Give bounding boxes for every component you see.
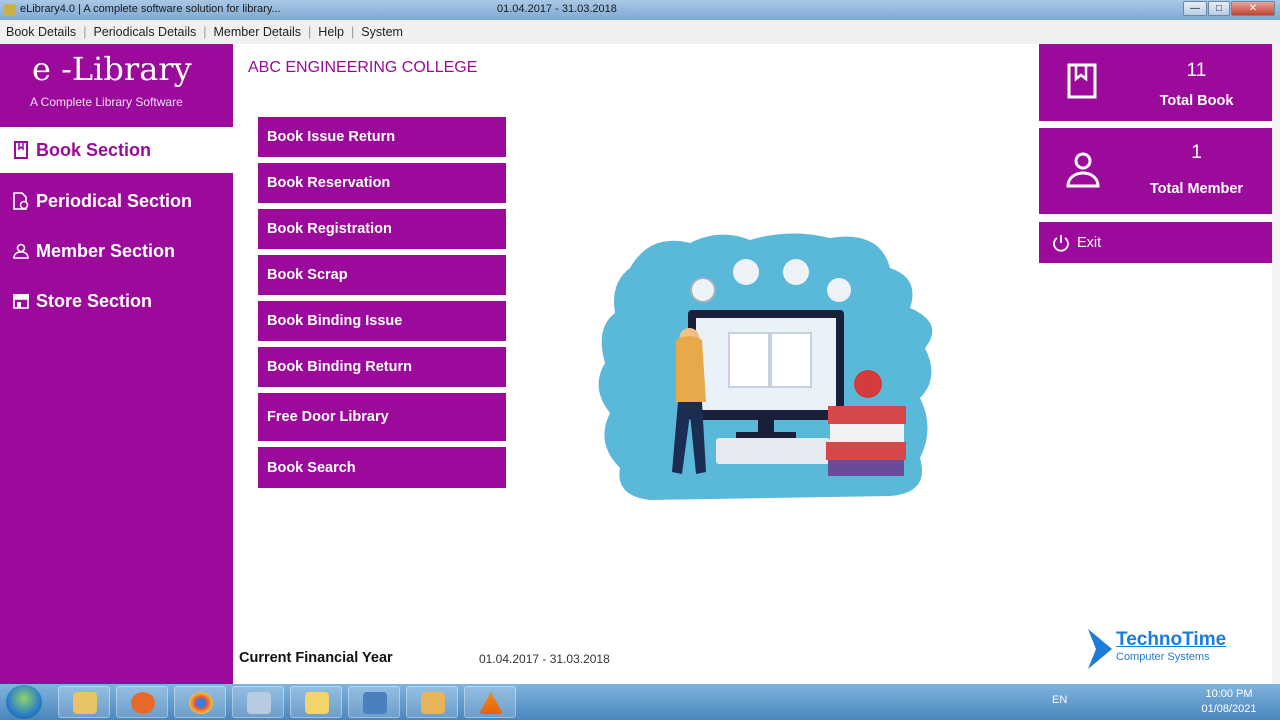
sidebar-item-label: Periodical Section: [36, 190, 193, 211]
brand-subtitle: Computer Systems: [1116, 651, 1210, 663]
taskbar-folder[interactable]: [290, 686, 342, 718]
brand-name: TechnoTime: [1116, 629, 1227, 650]
logo-name: e -Library: [32, 50, 192, 88]
clock-date: 01/08/2021: [1201, 703, 1257, 715]
total-book-label: Total Book: [1159, 93, 1234, 109]
book-scrap-button[interactable]: Book Scrap: [258, 255, 506, 295]
book-registration-button[interactable]: Book Registration: [258, 209, 506, 249]
titlebar-financial-year: 01.04.2017 - 31.03.2018: [497, 3, 617, 15]
menu-periodicals-details[interactable]: Periodicals Details: [93, 25, 196, 39]
taskbar: [0, 684, 1280, 720]
app-icon: [4, 4, 16, 16]
taskbar-elibrary[interactable]: [406, 686, 458, 718]
exit-label: Exit: [1077, 234, 1102, 251]
window-title: eLibrary4.0 | A complete software soluti…: [20, 3, 281, 15]
menu-separator: |: [83, 25, 87, 39]
power-icon: [1053, 234, 1069, 252]
language-indicator[interactable]: EN: [1052, 694, 1067, 706]
exit-button[interactable]: Exit: [1039, 222, 1280, 263]
book-search-button[interactable]: Book Search: [258, 447, 506, 488]
book-icon: [1067, 63, 1097, 99]
menu-separator: |: [308, 25, 312, 39]
menu-help[interactable]: Help: [318, 25, 344, 39]
financial-year-label: Current Financial Year: [239, 650, 393, 666]
book-icon: [12, 141, 30, 159]
technotime-logo: TechnoTime Computer Systems: [1086, 627, 1236, 671]
sidebar: e -Library A Complete Library Software B…: [0, 44, 233, 684]
financial-year-value: 01.04.2017 - 31.03.2018: [479, 652, 610, 666]
taskbar-explorer[interactable]: [58, 686, 110, 718]
menu-separator: |: [203, 25, 207, 39]
sidebar-item-label: Book Section: [36, 139, 152, 160]
total-member-card[interactable]: 1 Total Member: [1039, 128, 1280, 214]
taskbar-virtualbox[interactable]: [348, 686, 400, 718]
total-book-card[interactable]: 11 Total Book: [1039, 44, 1280, 121]
clock-time: 10:00 PM: [1205, 688, 1253, 700]
close-button[interactable]: ✕: [1231, 1, 1275, 16]
menu-member-details[interactable]: Member Details: [214, 25, 302, 39]
sidebar-item-book-section[interactable]: Book Section: [0, 127, 233, 173]
menu-book-details[interactable]: Book Details: [6, 25, 76, 39]
person-icon: [1066, 152, 1100, 188]
sidebar-item-member-section[interactable]: Member Section: [0, 228, 233, 274]
app-logo: e -Library A Complete Library Software: [0, 44, 233, 126]
free-door-library-button[interactable]: Free Door Library: [258, 393, 506, 441]
book-binding-issue-button[interactable]: Book Binding Issue: [258, 301, 506, 341]
library-illustration: [598, 233, 933, 501]
book-binding-return-button[interactable]: Book Binding Return: [258, 347, 506, 387]
menu-system[interactable]: System: [361, 25, 403, 39]
sidebar-item-label: Store Section: [36, 290, 153, 311]
book-reservation-button[interactable]: Book Reservation: [258, 163, 506, 203]
sidebar-item-store-section[interactable]: Store Section: [0, 278, 233, 324]
minimize-button[interactable]: —: [1183, 1, 1207, 16]
college-name: ABC ENGINEERING COLLEGE: [248, 59, 478, 76]
vertical-scrollbar[interactable]: [1272, 44, 1280, 684]
start-button[interactable]: [6, 685, 42, 719]
system-clock[interactable]: 10:00 PM 01/08/2021: [1196, 687, 1262, 717]
logo-tagline: A Complete Library Software: [30, 95, 183, 109]
taskbar-chrome[interactable]: [174, 686, 226, 718]
window-titlebar: eLibrary4.0 | A complete software soluti…: [0, 0, 1280, 20]
taskbar-vlc[interactable]: [464, 686, 516, 718]
menu-separator: |: [351, 25, 355, 39]
brand-arrow-icon: [1088, 629, 1112, 669]
total-member-count: 1: [1191, 142, 1202, 163]
total-book-count: 11: [1186, 60, 1207, 81]
store-icon: [12, 292, 30, 310]
sidebar-item-periodical-section[interactable]: Periodical Section: [0, 178, 233, 224]
periodical-icon: [12, 192, 30, 210]
menu-bar: Book Details | Periodicals Details | Membe…: [0, 20, 1280, 44]
taskbar-firefox[interactable]: [116, 686, 168, 718]
book-issue-return-button[interactable]: Book Issue Return: [258, 117, 506, 157]
taskbar-app[interactable]: [232, 686, 284, 718]
sidebar-item-label: Member Section: [36, 240, 176, 261]
person-icon: [12, 242, 30, 260]
maximize-button[interactable]: □: [1208, 1, 1230, 16]
total-member-label: Total Member: [1149, 181, 1244, 197]
